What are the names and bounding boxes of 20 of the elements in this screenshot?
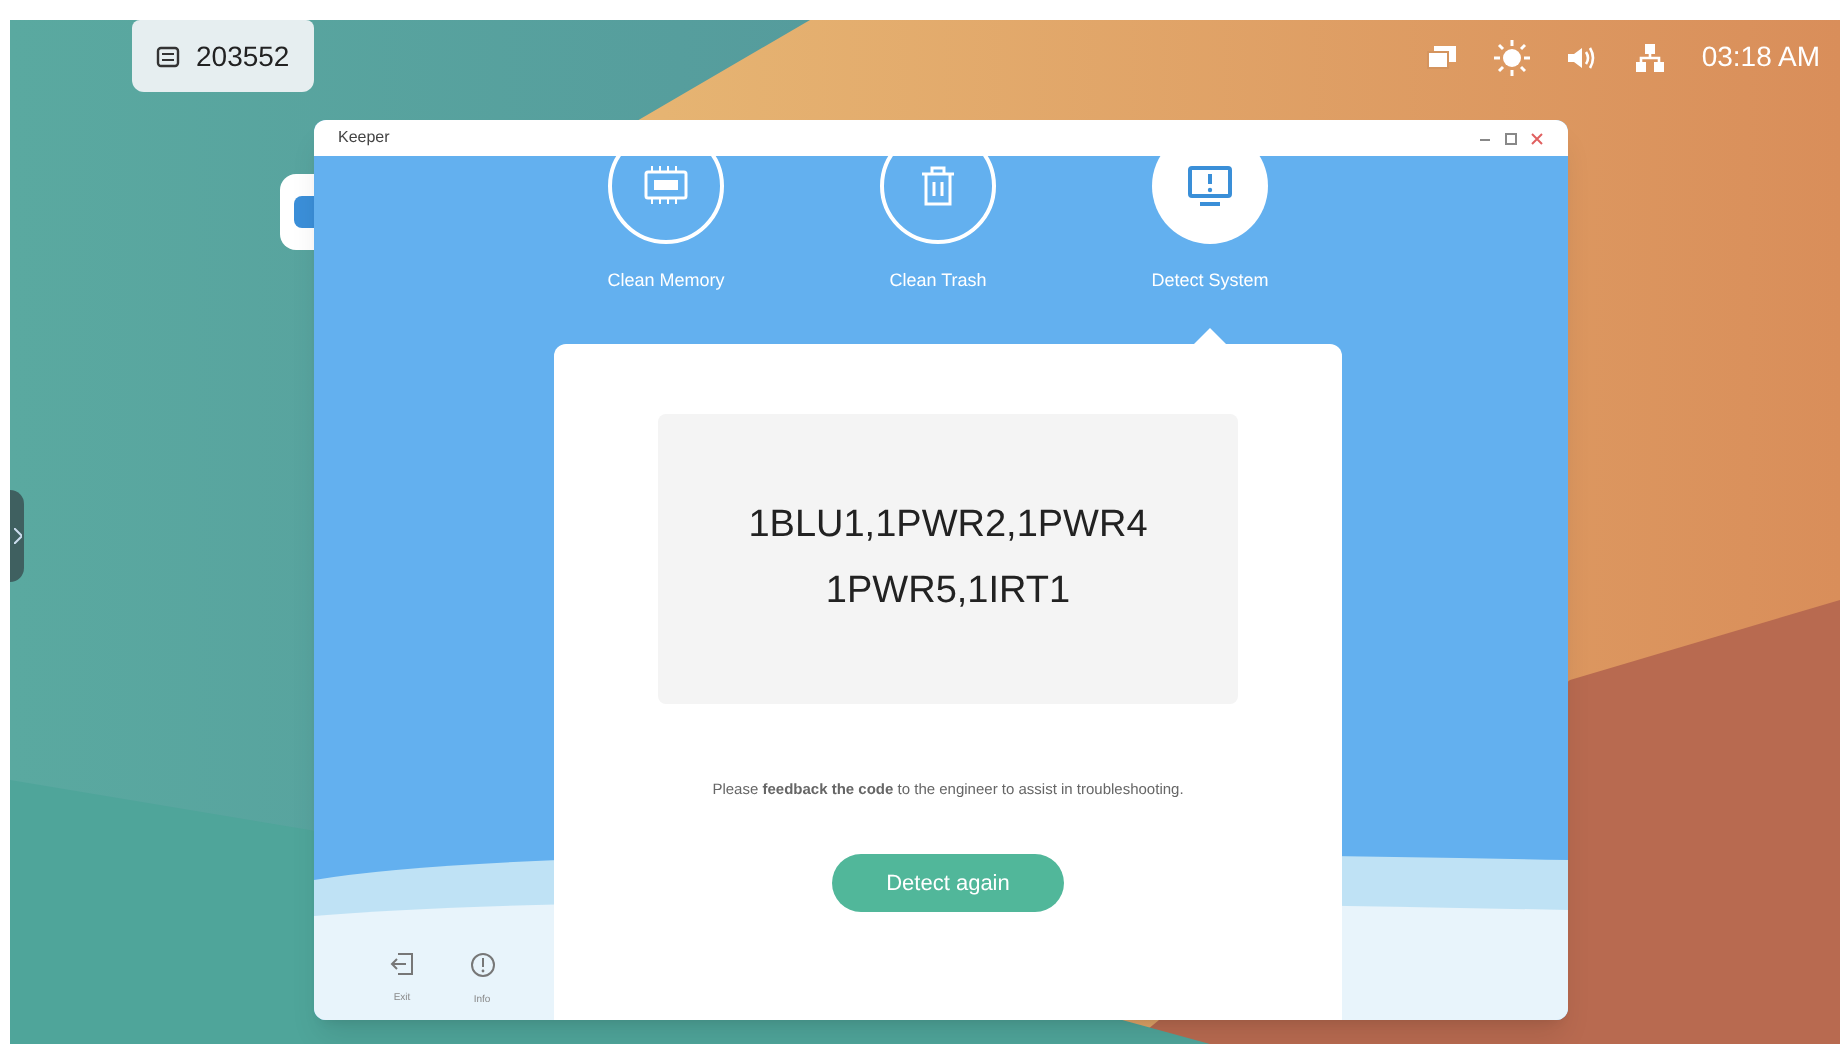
storage-icon [156, 45, 180, 67]
monitor-alert-icon [1186, 164, 1234, 208]
desktop-app-icon[interactable] [280, 174, 314, 250]
close-icon[interactable] [1530, 131, 1544, 145]
volume-icon[interactable] [1565, 43, 1598, 71]
error-code: 1BLU1,1PWR2,1PWR4 [748, 502, 1148, 550]
ram-chip-icon [642, 166, 690, 206]
info-icon [469, 951, 495, 977]
maximize-icon[interactable] [1504, 131, 1518, 145]
detect-again-button[interactable]: Detect again [832, 854, 1064, 913]
error-code: 1PWR5,1IRT1 [825, 567, 1071, 615]
exit-icon [390, 951, 414, 975]
clock-time: 03:18 AM [1701, 38, 1820, 76]
side-panel-handle[interactable] [10, 490, 24, 582]
brightness-icon[interactable] [1493, 39, 1530, 75]
network-icon[interactable] [1633, 41, 1666, 73]
window-title: Keeper [338, 126, 390, 150]
trash-icon [918, 164, 958, 208]
screen-mirror-icon[interactable] [1425, 43, 1458, 71]
device-id: 203552 [196, 37, 290, 75]
